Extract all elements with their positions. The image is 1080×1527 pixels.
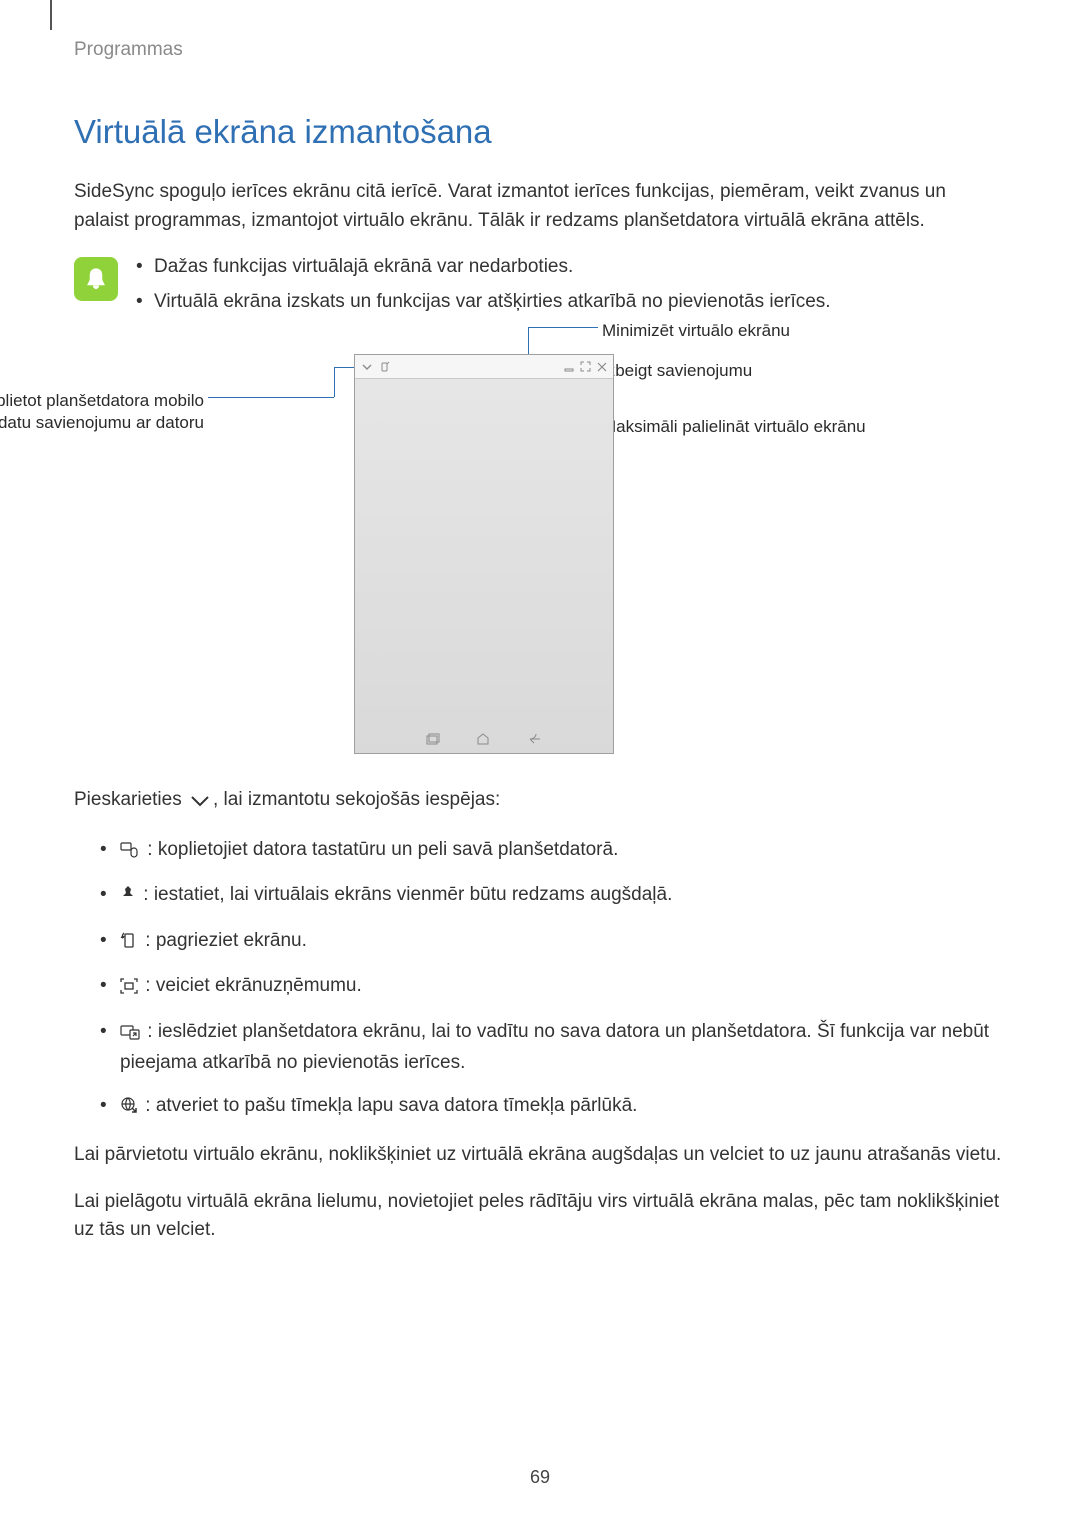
page-title: Virtuālā ekrāna izmantošana bbox=[74, 107, 1006, 157]
note-item: Dažas funkcijas virtuālajā ekrānā var ne… bbox=[136, 253, 1006, 282]
maximize-icon bbox=[580, 361, 591, 372]
virtual-screen-mockup bbox=[354, 354, 614, 754]
callout-close: Izbeigt savienojumu bbox=[602, 360, 752, 382]
chevron-down-icon bbox=[190, 789, 210, 818]
minimize-icon bbox=[564, 362, 574, 372]
pin-icon bbox=[120, 884, 136, 913]
intro-paragraph: SideSync spoguļo ierīces ekrānu citā ier… bbox=[74, 178, 1006, 235]
callout-minimize: Minimizēt virtuālo ekrānu bbox=[602, 320, 790, 342]
section-header: Programmas bbox=[74, 36, 1006, 65]
option-item: : atveriet to pašu tīmekļa lapu sava dat… bbox=[100, 1092, 1006, 1124]
tab-marker bbox=[50, 0, 52, 30]
chevron-down-icon bbox=[361, 361, 373, 373]
rotate-icon bbox=[120, 930, 138, 959]
option-item: : ieslēdziet planšetdatora ekrānu, lai t… bbox=[100, 1018, 1006, 1078]
option-item: : iestatiet, lai virtuālais ekrāns vienm… bbox=[100, 881, 1006, 913]
page-content: Programmas Virtuālā ekrāna izmantošana S… bbox=[0, 0, 1080, 1245]
virtual-screen-navbar bbox=[355, 729, 613, 753]
screenshot-icon bbox=[120, 975, 138, 1004]
option-item: : pagrieziet ekrānu. bbox=[100, 927, 1006, 959]
home-icon bbox=[476, 731, 490, 751]
option-item: : koplietojiet datora tastatūru un peli … bbox=[100, 836, 1006, 868]
dual-screen-icon bbox=[120, 1021, 140, 1050]
note-box: Dažas funkcijas virtuālajā ekrānā var ne… bbox=[74, 253, 1006, 322]
virtual-screen-titlebar bbox=[355, 355, 613, 379]
recents-icon bbox=[426, 731, 440, 751]
bell-icon bbox=[74, 257, 118, 301]
globe-share-icon bbox=[120, 1095, 138, 1124]
keyboard-mouse-icon bbox=[120, 839, 140, 868]
note-item: Virtuālā ekrāna izskats un funkcijas var… bbox=[136, 288, 1006, 317]
page-number: 69 bbox=[0, 1464, 1080, 1491]
options-list: : koplietojiet datora tastatūru un peli … bbox=[100, 836, 1006, 1124]
virtual-screen-diagram: Minimizēt virtuālo ekrānu Izbeigt savien… bbox=[74, 342, 1006, 772]
tether-icon bbox=[379, 361, 391, 373]
callout-maximize: Maksimāli palielināt virtuālo ekrānu bbox=[602, 416, 866, 438]
close-icon bbox=[597, 362, 607, 372]
option-item: : veiciet ekrānuzņēmumu. bbox=[100, 972, 1006, 1004]
resize-paragraph: Lai pielāgotu virtuālā ekrāna lielumu, n… bbox=[74, 1188, 1006, 1245]
note-list: Dažas funkcijas virtuālajā ekrānā var ne… bbox=[136, 253, 1006, 322]
callout-share: Koplietot planšetdatora mobilo datu savi… bbox=[0, 390, 204, 434]
back-icon bbox=[526, 731, 542, 751]
touch-paragraph: Pieskarieties , lai izmantotu sekojošās … bbox=[74, 786, 1006, 818]
move-paragraph: Lai pārvietotu virtuālo ekrānu, noklikšķ… bbox=[74, 1141, 1006, 1170]
